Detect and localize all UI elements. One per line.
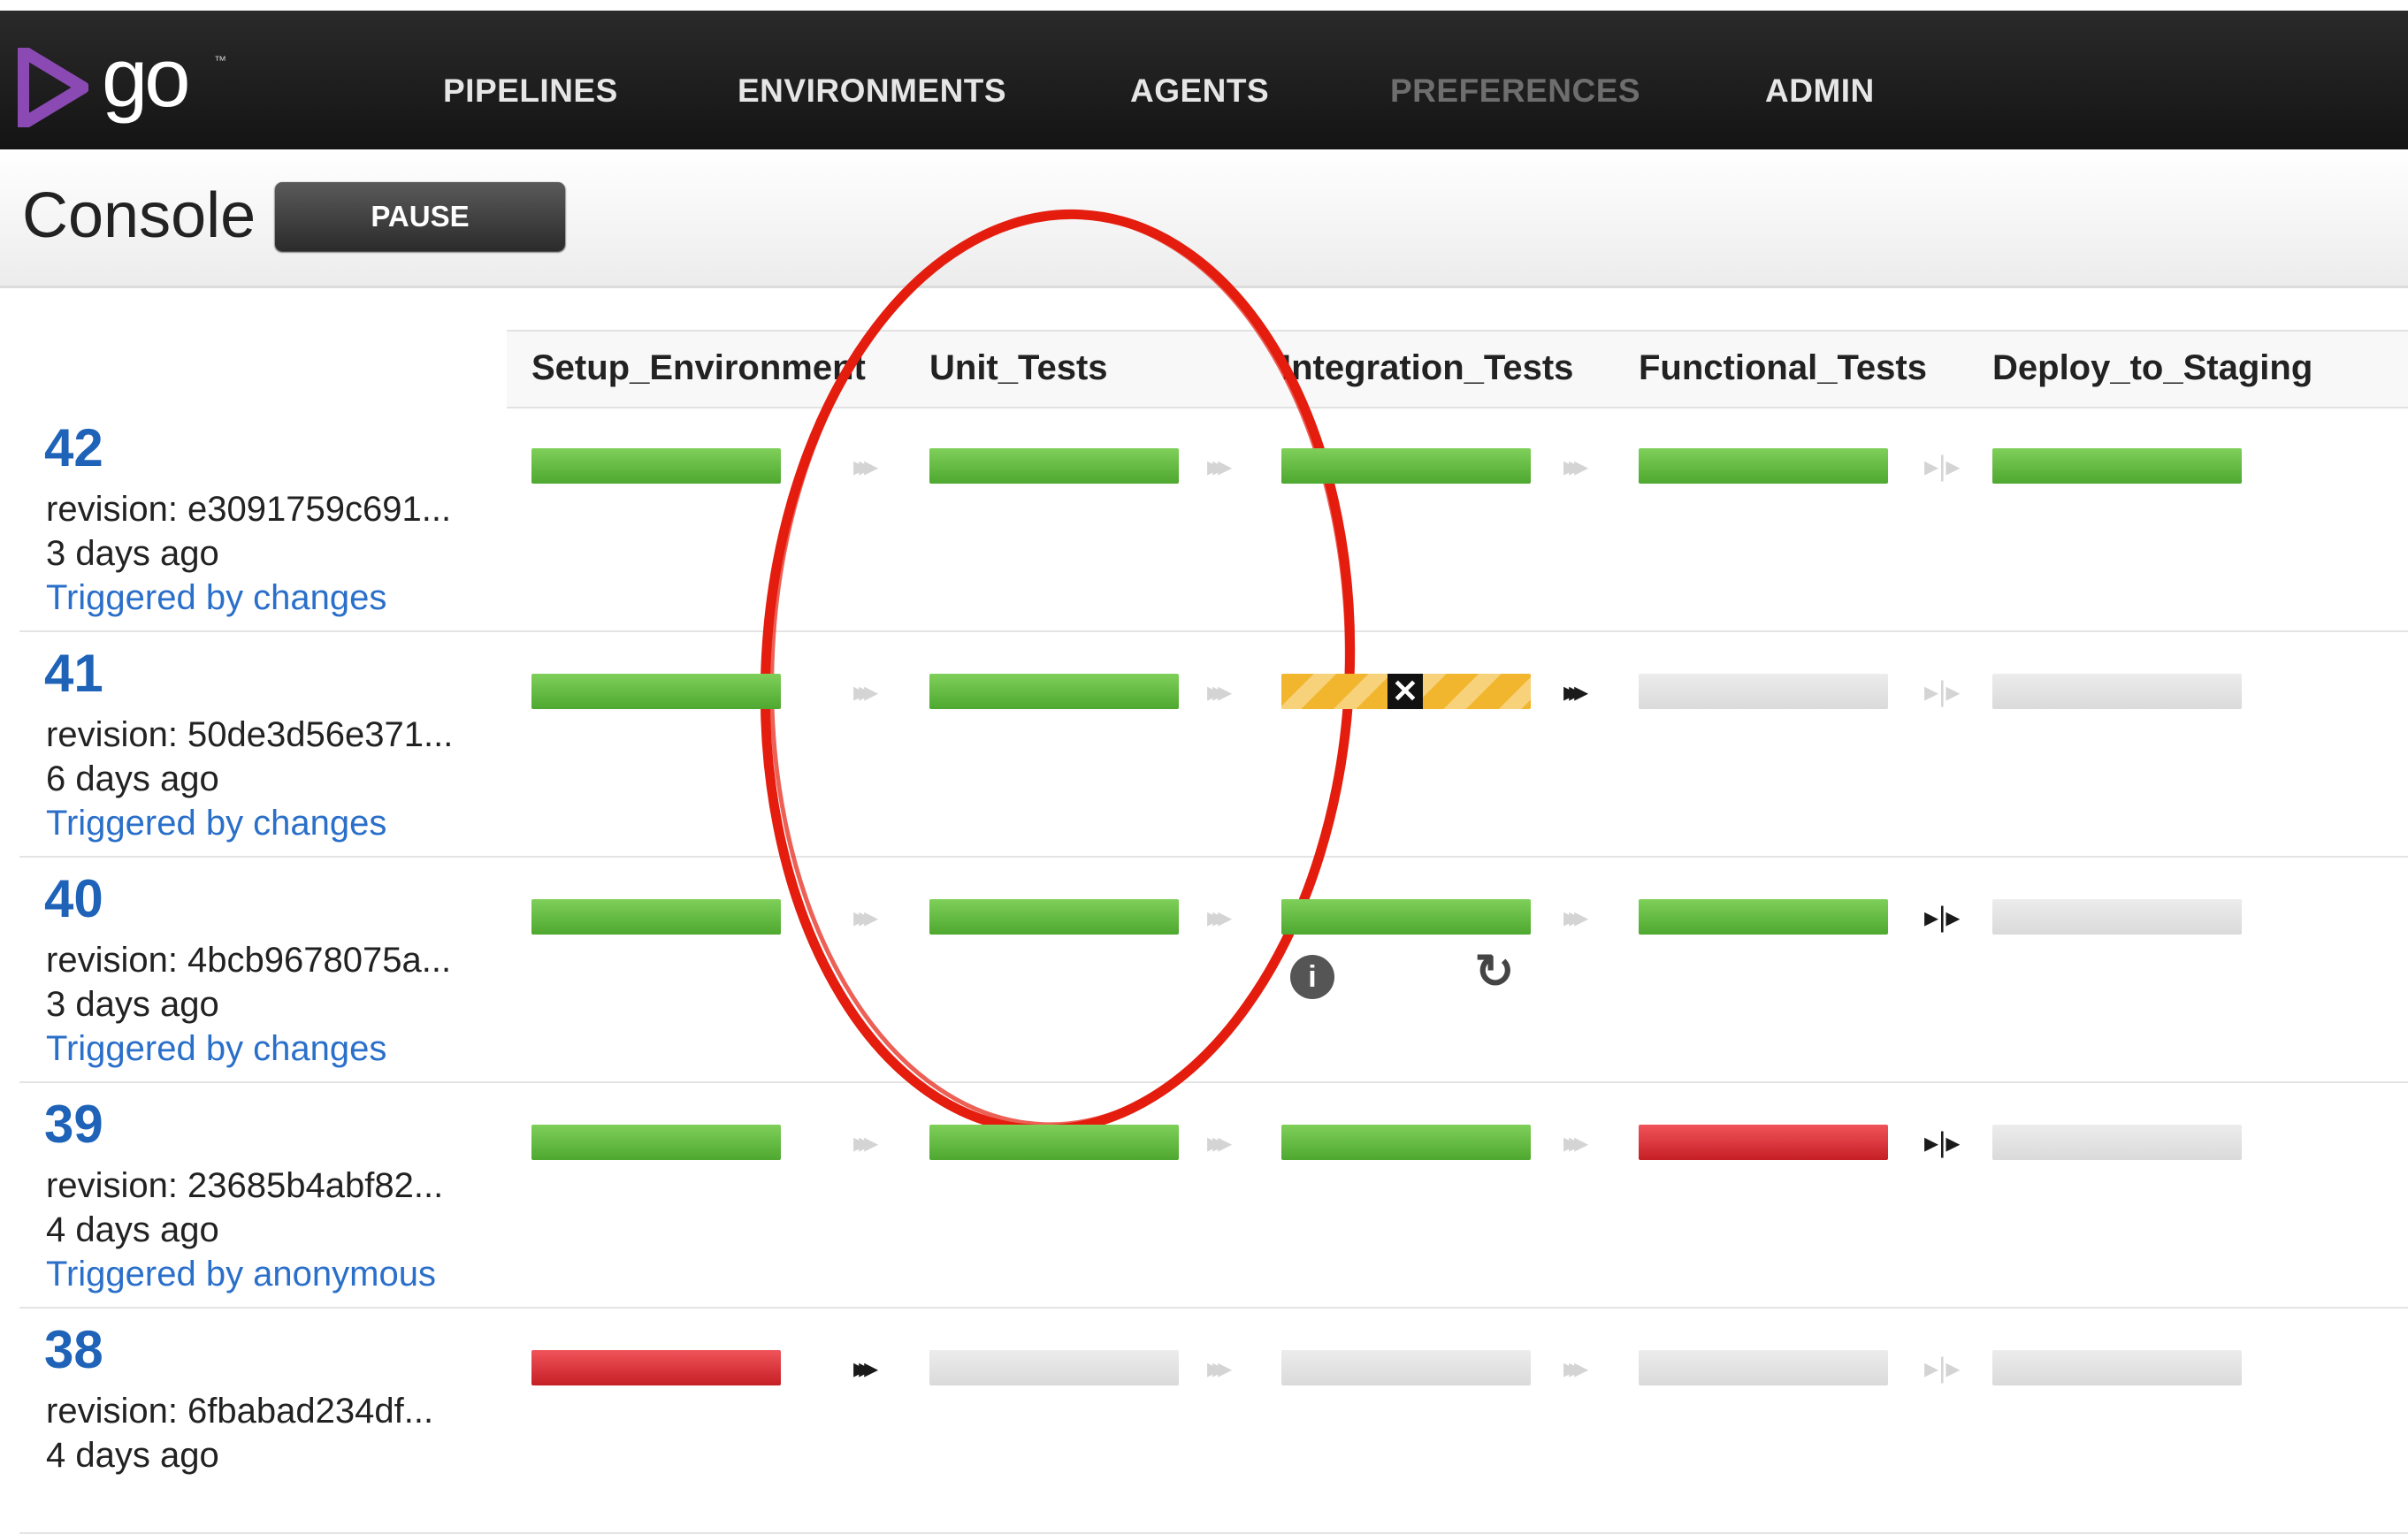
run-time-text: 3 days ago — [46, 985, 219, 1024]
stage-bar-setup-environment[interactable] — [531, 674, 781, 709]
run-time-text: 3 days ago — [46, 534, 219, 573]
stage-bar-functional-tests[interactable] — [1639, 1350, 1888, 1385]
pipeline-run-row: 38 revision: 6fbabad234df... 4 days ago — [19, 1307, 2408, 1534]
play-logo-icon — [18, 48, 88, 127]
stage-bar-functional-tests[interactable] — [1639, 674, 1888, 709]
pipeline-run-row: 42 revision: e3091759c691... 3 days ago Tri… — [19, 405, 2408, 632]
auto-transition-icon: ▸▸▸ — [853, 1126, 878, 1158]
run-time-text: 4 days ago — [46, 1210, 219, 1249]
stage-bar-deploy-to-staging[interactable] — [1992, 448, 2242, 484]
run-label-link[interactable]: 40 — [44, 868, 103, 929]
auto-transition-icon: ▸▸▸ — [1563, 901, 1588, 933]
stage-header-functional-tests: Functional_Tests — [1639, 348, 1927, 387]
trigger-link[interactable]: Triggered by changes — [46, 804, 386, 843]
manual-trigger-icon: ▸|▸ — [1924, 1352, 1961, 1384]
nav-agents[interactable]: AGENTS — [1130, 73, 1269, 110]
stage-bar-unit-tests[interactable] — [929, 1350, 1179, 1385]
revision-text: revision: 6fbabad234df... — [46, 1392, 434, 1431]
stage-bar-unit-tests[interactable] — [929, 674, 1179, 709]
auto-transition-icon: ▸▸▸ — [853, 450, 878, 482]
run-label-link[interactable]: 41 — [44, 643, 103, 704]
stage-bar-integration-tests[interactable] — [1281, 899, 1531, 935]
auto-transition-icon: ▸▸▸ — [1563, 450, 1588, 482]
stage-header-setup-environment: Setup_Environment — [531, 348, 866, 387]
rerun-icon[interactable]: ↻ — [1472, 948, 1517, 996]
stage-bar-setup-environment[interactable] — [531, 448, 781, 484]
revision-text: revision: 4bcb9678075a... — [46, 941, 452, 980]
stage-bar-integration-tests[interactable] — [1281, 448, 1531, 484]
logo-text: go — [102, 31, 191, 124]
stage-bar-deploy-to-staging[interactable] — [1992, 899, 2242, 935]
top-nav-bar: go ™ PIPELINES ENVIRONMENTS AGENTS PREFE… — [0, 11, 2408, 149]
auto-transition-icon[interactable]: ▸▸▸ — [853, 1350, 878, 1385]
pipeline-run-row: 39 revision: 23685b4abf82... 4 days ago Tri… — [19, 1081, 2408, 1309]
run-label-link[interactable]: 39 — [44, 1094, 103, 1155]
auto-transition-icon: ▸▸▸ — [1563, 1126, 1588, 1158]
stage-bar-integration-tests[interactable] — [1281, 1125, 1531, 1160]
stage-bar-deploy-to-staging[interactable] — [1992, 674, 2242, 709]
trigger-link[interactable]: Triggered by changes — [46, 578, 386, 618]
stage-bar-setup-environment[interactable] — [531, 1125, 781, 1160]
auto-transition-icon: ▸▸▸ — [1207, 1352, 1232, 1384]
auto-transition-icon: ▸▸▸ — [1207, 675, 1232, 707]
stage-bar-setup-environment[interactable] — [531, 899, 781, 935]
revision-text: revision: 50de3d56e371... — [46, 715, 454, 754]
stage-bar-unit-tests[interactable] — [929, 899, 1179, 935]
manual-trigger-icon[interactable]: ▸|▸ — [1924, 899, 1960, 935]
auto-transition-icon: ▸▸▸ — [853, 901, 878, 933]
pipeline-run-row: 41 revision: 50de3d56e371... 6 days ago Tri… — [19, 630, 2408, 858]
pause-button[interactable]: PAUSE — [275, 182, 565, 251]
stage-bar-functional-tests[interactable] — [1639, 899, 1888, 935]
console-header: Console PAUSE — [0, 149, 2408, 288]
nav-preferences[interactable]: PREFERENCES — [1390, 73, 1640, 110]
auto-transition-icon: ▸▸▸ — [1207, 1126, 1232, 1158]
run-time-text: 4 days ago — [46, 1436, 219, 1475]
revision-text: revision: e3091759c691... — [46, 490, 452, 529]
pipeline-run-row: 40 revision: 4bcb9678075a... 3 days ago Tri… — [19, 856, 2408, 1083]
trigger-link[interactable]: Triggered by changes — [46, 1029, 386, 1069]
stage-bar-unit-tests[interactable] — [929, 1125, 1179, 1160]
auto-transition-icon: ▸▸▸ — [853, 675, 878, 707]
auto-transition-icon: ▸▸▸ — [1563, 1352, 1588, 1384]
stage-bar-deploy-to-staging[interactable] — [1992, 1125, 2242, 1160]
nav-pipelines[interactable]: PIPELINES — [443, 73, 618, 110]
run-label-link[interactable]: 38 — [44, 1319, 103, 1380]
revision-text: revision: 23685b4abf82... — [46, 1166, 444, 1205]
manual-trigger-icon: ▸|▸ — [1924, 450, 1961, 482]
manual-trigger-icon: ▸|▸ — [1924, 675, 1961, 707]
stage-bar-integration-tests[interactable]: ✕ — [1281, 674, 1531, 709]
cancel-stage-icon[interactable]: ✕ — [1387, 674, 1423, 709]
stage-header-integration-tests: Integration_Tests — [1281, 348, 1574, 387]
stage-header-deploy-to-staging: Deploy_to_Staging — [1992, 348, 2313, 387]
logo-trademark: ™ — [214, 53, 226, 67]
info-icon[interactable]: i — [1290, 955, 1334, 999]
stage-bar-functional-tests[interactable] — [1639, 1125, 1888, 1160]
go-logo[interactable]: go ™ — [18, 31, 226, 134]
manual-trigger-icon[interactable]: ▸|▸ — [1924, 1125, 1960, 1160]
stage-bar-integration-tests[interactable] — [1281, 1350, 1531, 1385]
page-title: Console — [22, 180, 256, 251]
stage-bar-functional-tests[interactable] — [1639, 448, 1888, 484]
stage-bar-unit-tests[interactable] — [929, 448, 1179, 484]
nav-admin[interactable]: ADMIN — [1765, 73, 1875, 110]
auto-transition-icon: ▸▸▸ — [1207, 450, 1232, 482]
nav-environments[interactable]: ENVIRONMENTS — [738, 73, 1006, 110]
auto-transition-icon[interactable]: ▸▸▸ — [1563, 674, 1588, 709]
stage-bar-deploy-to-staging[interactable] — [1992, 1350, 2242, 1385]
run-label-link[interactable]: 42 — [44, 417, 103, 478]
trigger-link[interactable]: Triggered by anonymous — [46, 1255, 436, 1294]
stage-header-unit-tests: Unit_Tests — [929, 348, 1108, 387]
auto-transition-icon: ▸▸▸ — [1207, 901, 1232, 933]
stage-bar-setup-environment[interactable] — [531, 1350, 781, 1385]
run-time-text: 6 days ago — [46, 759, 219, 798]
